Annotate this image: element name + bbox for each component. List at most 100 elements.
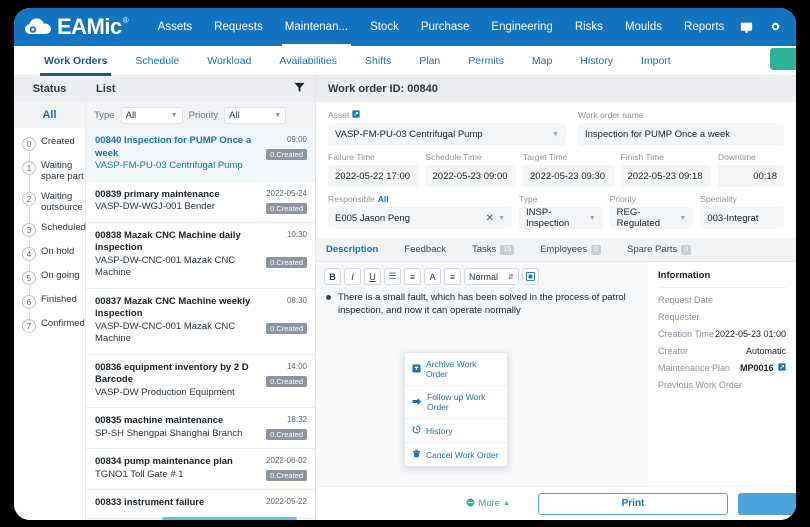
- status-step-confirmed[interactable]: 7 Confirmed: [22, 318, 85, 333]
- nav-item-assets[interactable]: Assets: [147, 8, 204, 46]
- underline-icon[interactable]: U: [364, 268, 381, 285]
- responsible-all-link[interactable]: All: [378, 194, 389, 204]
- step-number: 2: [22, 192, 36, 206]
- menu-item-follow-up-work-order[interactable]: Follow up Work Order: [405, 386, 507, 419]
- subnav-item-history[interactable]: History: [566, 46, 627, 76]
- nav-item-reports[interactable]: Reports: [673, 8, 735, 46]
- form-row-times: Failure Time 2022-05-22 17:00 Schedule T…: [328, 152, 784, 187]
- failure-time-input[interactable]: 2022-05-22 17:00: [328, 165, 419, 187]
- save-button[interactable]: [738, 492, 796, 515]
- nav-item-engineering[interactable]: Engineering: [480, 8, 563, 46]
- italic-icon[interactable]: I: [344, 268, 361, 285]
- menu-item-history[interactable]: History: [405, 419, 507, 443]
- minus-circle-icon: [466, 498, 475, 510]
- list-item[interactable]: 00835 machine maintenance SP-SH Shengpai…: [86, 408, 315, 449]
- nav-item-requests[interactable]: Requests: [203, 8, 274, 46]
- app-logo[interactable]: EAMic ®: [24, 16, 129, 38]
- work-order-list[interactable]: 00840 Inspection for PUMP Once a week VA…: [86, 128, 315, 520]
- bold-icon[interactable]: B: [324, 268, 341, 285]
- type-filter-select[interactable]: All ▼: [120, 106, 183, 124]
- sub-navigation-bar: Work Orders Schedule Workload Availabili…: [14, 46, 796, 76]
- finish-time-value: 2022-05-23 09:18: [627, 170, 703, 182]
- status-step-finished[interactable]: 6 Finished: [22, 294, 85, 324]
- clear-icon[interactable]: ✕: [486, 213, 494, 224]
- nav-item-risks[interactable]: Risks: [564, 8, 614, 46]
- more-button[interactable]: More ▲: [466, 498, 510, 510]
- nav-item-maintenance[interactable]: Maintenan...: [274, 8, 359, 46]
- work-order-name-input[interactable]: Inspection for PUMP Once a week: [578, 123, 784, 145]
- paragraph-format-select[interactable]: Normal ⇵: [464, 268, 519, 285]
- nav-item-purchase[interactable]: Purchase: [410, 8, 481, 46]
- subnav-item-plan[interactable]: Plan: [405, 46, 454, 76]
- downtime-input[interactable]: 00:18: [718, 165, 784, 187]
- gear-icon[interactable]: [769, 21, 782, 34]
- target-time-input[interactable]: 2022-05-23 09:30: [523, 165, 614, 187]
- subnav-item-permits[interactable]: Permits: [454, 46, 518, 76]
- tab-tasks[interactable]: Tasks 15: [472, 244, 515, 255]
- speciality-select[interactable]: 003-Integrat: [700, 207, 785, 229]
- add-work-order-button[interactable]: [770, 48, 796, 70]
- status-step-on-hold[interactable]: 4 On hold: [22, 246, 85, 276]
- subnav-item-schedule[interactable]: Schedule: [121, 46, 193, 76]
- asset-field-group: Asset VASP-FM-PU-03 Centrifugal Pump ▼: [328, 110, 566, 145]
- status-step-created[interactable]: 0 Created: [22, 136, 85, 166]
- list-item[interactable]: 00833 instrument failure 2022-05-22: [86, 490, 315, 519]
- nav-item-moulds[interactable]: Moulds: [614, 8, 673, 46]
- list-item[interactable]: 00839 primary maintenance VASP-DW-WGJ-00…: [86, 182, 315, 223]
- external-link-icon[interactable]: [352, 110, 360, 120]
- tab-feedback[interactable]: Feedback: [404, 244, 446, 255]
- tab-description[interactable]: Description: [326, 244, 378, 255]
- work-order-title: 00837 Mazak CNC Machine weekly inspectio…: [95, 295, 251, 320]
- type-select[interactable]: INSP-Inspection ▼: [519, 207, 603, 229]
- align-icon[interactable]: ≡: [444, 268, 461, 285]
- menu-item-archive-work-order[interactable]: Archive Work Order: [405, 353, 507, 386]
- list-item[interactable]: 00838 Mazak CNC Machine daily inspection…: [86, 223, 315, 289]
- subnav-item-workload[interactable]: Workload: [193, 46, 265, 76]
- status-filter-all[interactable]: All: [14, 102, 85, 128]
- bullet-list-icon[interactable]: ☰: [384, 268, 401, 285]
- chevron-down-icon: ▼: [498, 214, 505, 222]
- status-step-waiting-spare-part[interactable]: 1 Waiting spare part: [22, 160, 85, 197]
- numbered-list-icon[interactable]: ≡: [404, 268, 421, 285]
- list-item[interactable]: 00837 Mazak CNC Machine weekly inspectio…: [86, 289, 315, 355]
- finish-time-input[interactable]: 2022-05-23 09:18: [620, 165, 711, 187]
- status-step-scheduled[interactable]: 3 Scheduled: [22, 222, 86, 252]
- subnav-item-work-orders[interactable]: Work Orders: [30, 46, 121, 76]
- status-step-waiting-outsource[interactable]: 2 Waiting outsource: [22, 191, 85, 228]
- responsible-field-group: Responsible All E005 Jason Peng ✕ ▼: [328, 194, 512, 229]
- message-icon[interactable]: [740, 21, 753, 34]
- priority-filter-label: Priority: [188, 109, 219, 121]
- subnav-item-shifts[interactable]: Shifts: [351, 46, 405, 76]
- priority-filter-select[interactable]: All ▼: [224, 106, 287, 124]
- tab-spare-parts[interactable]: Spare Parts 0: [627, 244, 692, 255]
- failure-time-field-group: Failure Time 2022-05-22 17:00: [328, 152, 419, 187]
- list-item[interactable]: 00840 Inspection for PUMP Once a week VA…: [86, 128, 315, 182]
- external-link-icon[interactable]: [778, 363, 786, 373]
- tab-employees[interactable]: Employees 0: [540, 244, 601, 255]
- info-key: Previous Work Order: [658, 380, 742, 390]
- list-item[interactable]: 00836 equipment inventory by 2 D Barcode…: [86, 355, 315, 408]
- asset-value: VASP-FM-PU-03 Centrifugal Pump: [335, 128, 483, 140]
- asset-select[interactable]: VASP-FM-PU-03 Centrifugal Pump ▼: [328, 123, 566, 145]
- insert-image-icon[interactable]: [521, 268, 539, 285]
- schedule-time-input[interactable]: 2022-05-23 09:00: [425, 165, 516, 187]
- nav-item-stock[interactable]: Stock: [359, 8, 410, 46]
- text-color-icon[interactable]: A: [424, 268, 441, 285]
- funnel-icon[interactable]: [294, 80, 305, 98]
- menu-item-cancel-work-order[interactable]: Cancel Work Order: [405, 443, 507, 466]
- responsible-select[interactable]: E005 Jason Peng ✕ ▼: [328, 207, 512, 229]
- subnav-item-import[interactable]: Import: [627, 46, 685, 76]
- list-item[interactable]: 00834 pump maintenance plan TGNO1 Toll G…: [86, 449, 315, 490]
- priority-select[interactable]: REG-Regulated ▼: [609, 207, 694, 229]
- print-button[interactable]: Print: [538, 492, 728, 515]
- horizontal-scrollbar[interactable]: [162, 517, 297, 520]
- work-order-time: 2022-06-02: [266, 456, 307, 465]
- status-badge: 0.Created: [266, 256, 307, 268]
- brand-registered-mark: ®: [122, 16, 129, 25]
- info-row-maintenance-plan: Maintenance Plan MP0016: [658, 363, 786, 373]
- status-step-on-going[interactable]: 5 On going: [22, 270, 85, 300]
- subnav-item-availabilities[interactable]: Availabilities: [265, 46, 351, 76]
- status-badge: 0.Created: [266, 149, 307, 160]
- subnav-item-map[interactable]: Map: [518, 46, 566, 76]
- description-text[interactable]: There is a small fault, which has been s…: [324, 291, 640, 317]
